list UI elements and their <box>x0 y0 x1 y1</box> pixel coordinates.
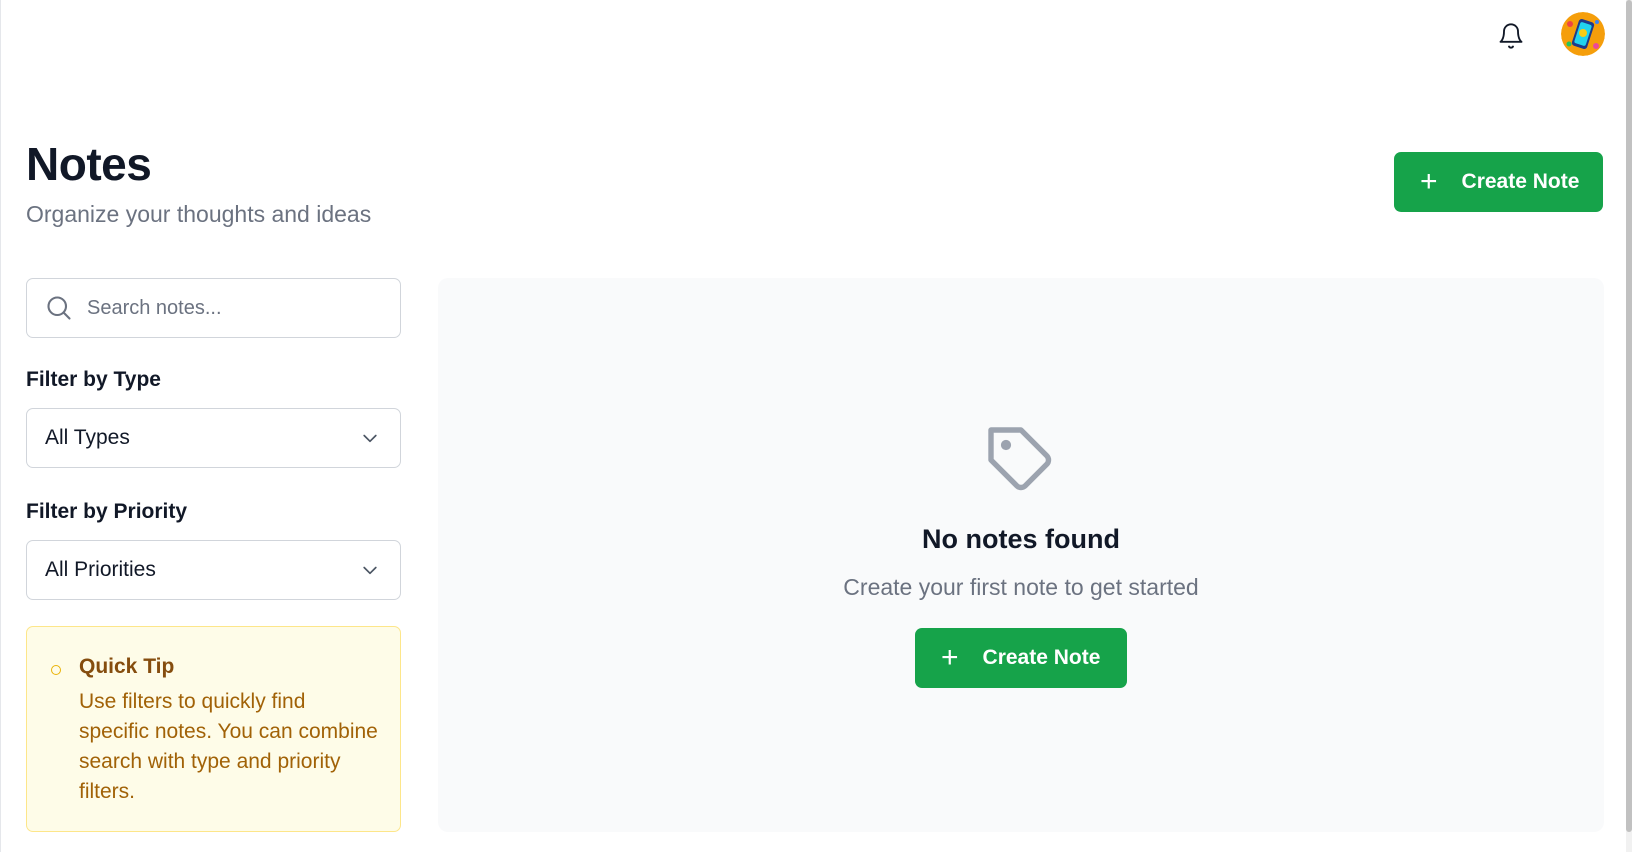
scrollbar-thumb[interactable] <box>1626 0 1632 832</box>
chevron-down-icon <box>363 566 377 575</box>
type-filter-select[interactable]: All Types <box>26 408 401 468</box>
priority-filter-select[interactable]: All Priorities <box>26 540 401 600</box>
page-subtitle: Organize your thoughts and ideas <box>26 201 372 227</box>
tag-icon <box>988 427 1052 491</box>
tip-title: Quick Tip <box>79 655 175 678</box>
user-avatar-icon <box>1561 12 1605 56</box>
type-filter-label: Filter by Type <box>26 368 161 391</box>
create-note-label: Create Note <box>1461 170 1580 193</box>
tip-dot-icon <box>51 665 61 675</box>
chevron-down-icon <box>363 434 377 443</box>
search-input[interactable] <box>87 296 377 320</box>
empty-state-subtitle: Create your first note to get started <box>843 574 1199 600</box>
notes-empty-panel: No notes found Create your first note to… <box>438 278 1604 832</box>
create-note-button[interactable]: + Create Note <box>1394 152 1603 212</box>
plus-icon: + <box>941 641 959 674</box>
bell-icon <box>1499 23 1523 49</box>
empty-state-title: No notes found <box>922 524 1120 554</box>
type-filter-value: All Types <box>45 426 130 449</box>
top-bar <box>1 0 1634 74</box>
empty-create-note-button[interactable]: + Create Note <box>915 628 1127 688</box>
search-field[interactable] <box>26 278 401 338</box>
search-icon <box>47 296 71 320</box>
page-title: Notes <box>26 138 152 190</box>
plus-icon: + <box>1420 165 1438 198</box>
notifications-button[interactable] <box>1495 20 1527 52</box>
app-root: Notes Organize your thoughts and ideas +… <box>0 0 1634 852</box>
empty-create-note-label: Create Note <box>982 646 1101 669</box>
quick-tip-card: Quick Tip Use filters to quickly find sp… <box>26 626 401 832</box>
priority-filter-value: All Priorities <box>45 558 156 581</box>
avatar[interactable] <box>1561 12 1605 56</box>
tip-text: Use filters to quickly find specific not… <box>79 690 378 803</box>
priority-filter-label: Filter by Priority <box>26 500 188 523</box>
